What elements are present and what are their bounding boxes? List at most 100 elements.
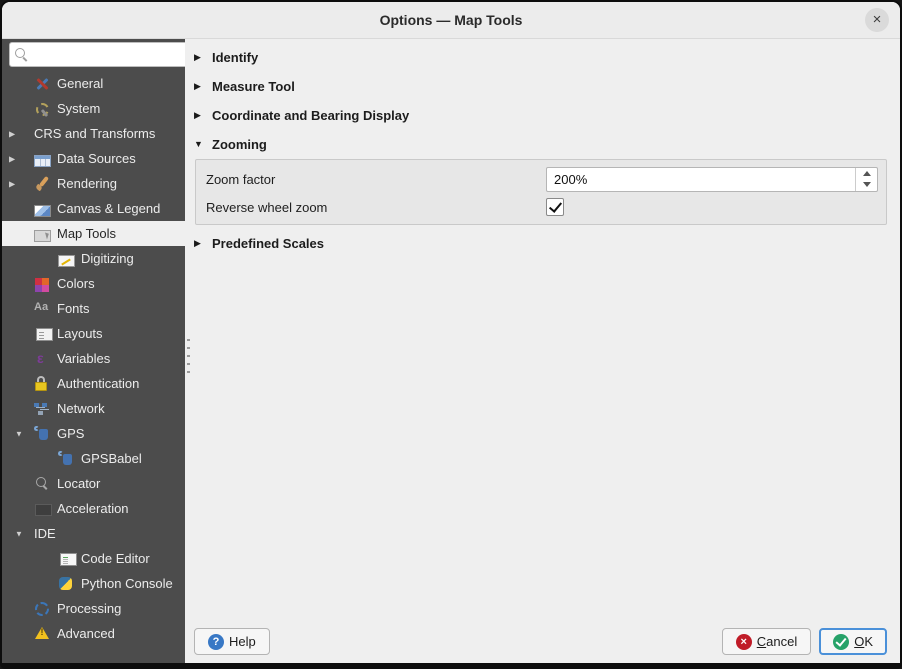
titlebar[interactable]: Options — Map Tools × bbox=[2, 2, 900, 39]
sidebar-item-fonts[interactable]: Fonts bbox=[2, 296, 185, 321]
zoom-factor-value[interactable]: 200% bbox=[547, 168, 855, 191]
sidebar-item-label: System bbox=[57, 101, 101, 116]
sidebar-item-canvas-legend[interactable]: Canvas & Legend bbox=[2, 196, 185, 221]
arrow-up-icon bbox=[862, 170, 871, 176]
sidebar-item-layouts[interactable]: Layouts bbox=[2, 321, 185, 346]
fonts-icon bbox=[34, 301, 51, 317]
sidebar-item-label: IDE bbox=[34, 526, 56, 541]
chevron-down-icon: ▼ bbox=[194, 139, 203, 149]
sidebar-item-processing[interactable]: Processing bbox=[2, 596, 185, 621]
gps-icon bbox=[58, 450, 75, 467]
close-icon: × bbox=[872, 11, 882, 28]
reverse-wheel-zoom-checkbox[interactable] bbox=[546, 198, 564, 216]
help-button[interactable]: ? Help bbox=[194, 628, 270, 655]
ok-button-label: OK bbox=[854, 634, 873, 649]
sidebar-item-python-console[interactable]: Python Console bbox=[2, 571, 185, 596]
sidebar-item-map-tools[interactable]: Map Tools bbox=[2, 221, 185, 246]
sidebar-item-label: General bbox=[57, 76, 104, 91]
variables-icon bbox=[34, 350, 51, 367]
sidebar-item-acceleration[interactable]: Acceleration bbox=[2, 496, 185, 521]
close-button[interactable]: × bbox=[865, 8, 889, 32]
spinner-buttons bbox=[855, 167, 877, 191]
reverse-wheel-zoom-label: Reverse wheel zoom bbox=[206, 199, 328, 215]
colors-icon bbox=[35, 277, 52, 292]
sidebar-item-label: Colors bbox=[57, 276, 95, 291]
sidebar-item-colors[interactable]: Colors bbox=[2, 271, 185, 296]
chevron-down-icon[interactable]: ▼ bbox=[15, 529, 23, 538]
search-icon bbox=[14, 47, 29, 62]
accel-icon bbox=[35, 503, 52, 516]
chevron-right-icon[interactable]: ▶ bbox=[9, 154, 15, 163]
help-button-label: Help bbox=[229, 634, 256, 649]
sidebar-item-system[interactable]: System bbox=[2, 96, 185, 121]
sidebar-item-gpsbabel[interactable]: GPSBabel bbox=[2, 446, 185, 471]
section-label: Predefined Scales bbox=[212, 235, 324, 251]
chevron-right-icon[interactable]: ▶ bbox=[9, 179, 15, 188]
sidebar-item-label: Data Sources bbox=[57, 151, 136, 166]
chevron-right-icon: ▶ bbox=[194, 80, 201, 91]
dialog-button-box: ? Help × Cancel OK bbox=[194, 628, 887, 655]
section-coordinate-bearing[interactable]: ▶ Coordinate and Bearing Display bbox=[194, 105, 409, 125]
section-predefined-scales[interactable]: ▶ Predefined Scales bbox=[194, 233, 324, 253]
zoom-factor-label: Zoom factor bbox=[206, 171, 276, 187]
sidebar-item-variables[interactable]: Variables bbox=[2, 346, 185, 371]
cancel-button-label: Cancel bbox=[756, 634, 798, 649]
section-measure-tool[interactable]: ▶ Measure Tool bbox=[194, 76, 295, 96]
sidebar-item-label: Digitizing bbox=[81, 251, 134, 266]
cancel-icon: × bbox=[735, 633, 752, 650]
sidebar-item-label: Network bbox=[57, 401, 105, 416]
sidebar-item-label: GPSBabel bbox=[81, 451, 142, 466]
sidebar-item-label: Authentication bbox=[57, 376, 140, 391]
sidebar-item-label: Python Console bbox=[81, 576, 173, 591]
sidebar-item-crs-and-transforms[interactable]: ▶ CRS and Transforms bbox=[2, 121, 185, 146]
sidebar-item-gps[interactable]: ▼ GPS bbox=[2, 421, 185, 446]
gps-icon bbox=[34, 425, 51, 442]
chevron-down-icon[interactable]: ▼ bbox=[15, 429, 23, 438]
section-label: Coordinate and Bearing Display bbox=[212, 107, 410, 123]
section-zooming[interactable]: ▼ Zooming bbox=[194, 134, 267, 154]
chevron-right-icon[interactable]: ▶ bbox=[9, 129, 15, 138]
sidebar-item-network[interactable]: Network bbox=[2, 396, 185, 421]
spin-down-button[interactable] bbox=[856, 179, 877, 191]
sidebar-item-data-sources[interactable]: ▶ Data Sources bbox=[2, 146, 185, 171]
layouts-icon bbox=[36, 328, 53, 341]
spin-up-button[interactable] bbox=[856, 168, 877, 180]
ok-button[interactable]: OK bbox=[819, 628, 887, 655]
maptools-icon bbox=[34, 229, 51, 242]
sidebar-item-label: Processing bbox=[57, 601, 122, 616]
zoom-factor-spinbox[interactable]: 200% bbox=[546, 166, 878, 192]
canvas-icon bbox=[34, 204, 51, 217]
sidebar-item-advanced[interactable]: Advanced bbox=[2, 621, 185, 646]
sidebar-search[interactable] bbox=[9, 42, 189, 67]
codeeditor-icon bbox=[60, 553, 77, 566]
reverse-wheel-zoom-row: Reverse wheel zoom bbox=[206, 193, 878, 221]
sidebar-item-label: Code Editor bbox=[81, 551, 150, 566]
processing-icon bbox=[34, 601, 51, 617]
splitter-handle-icon bbox=[187, 339, 190, 373]
digitizing-icon bbox=[58, 254, 75, 267]
locator-icon bbox=[34, 476, 51, 492]
datasources-icon bbox=[34, 154, 51, 167]
sidebar-splitter[interactable] bbox=[185, 39, 192, 663]
sidebar-item-locator[interactable]: Locator bbox=[2, 471, 185, 496]
options-dialog: Options — Map Tools × General System ▶ CRS … bbox=[0, 0, 902, 669]
sidebar-item-code-editor[interactable]: Code Editor bbox=[2, 546, 185, 571]
rendering-icon bbox=[34, 176, 51, 192]
section-identify[interactable]: ▶ Identify bbox=[194, 47, 258, 67]
general-icon bbox=[34, 76, 51, 92]
sidebar-item-digitizing[interactable]: Digitizing bbox=[2, 246, 185, 271]
sidebar-item-rendering[interactable]: ▶ Rendering bbox=[2, 171, 185, 196]
sidebar-item-general[interactable]: General bbox=[2, 71, 185, 96]
search-input[interactable] bbox=[29, 46, 184, 63]
sidebar-item-ide[interactable]: ▼ IDE bbox=[2, 521, 185, 546]
sidebar-item-authentication[interactable]: Authentication bbox=[2, 371, 185, 396]
chevron-right-icon: ▶ bbox=[194, 237, 201, 248]
cancel-button[interactable]: × Cancel bbox=[721, 628, 812, 655]
sidebar-item-label: Rendering bbox=[57, 176, 117, 191]
chevron-right-icon: ▶ bbox=[194, 51, 201, 62]
sidebar-item-label: Layouts bbox=[57, 326, 103, 341]
section-label: Identify bbox=[212, 49, 259, 65]
sidebar-item-label: Acceleration bbox=[57, 501, 129, 516]
system-icon bbox=[34, 101, 51, 117]
sidebar-item-label: CRS and Transforms bbox=[34, 126, 156, 141]
